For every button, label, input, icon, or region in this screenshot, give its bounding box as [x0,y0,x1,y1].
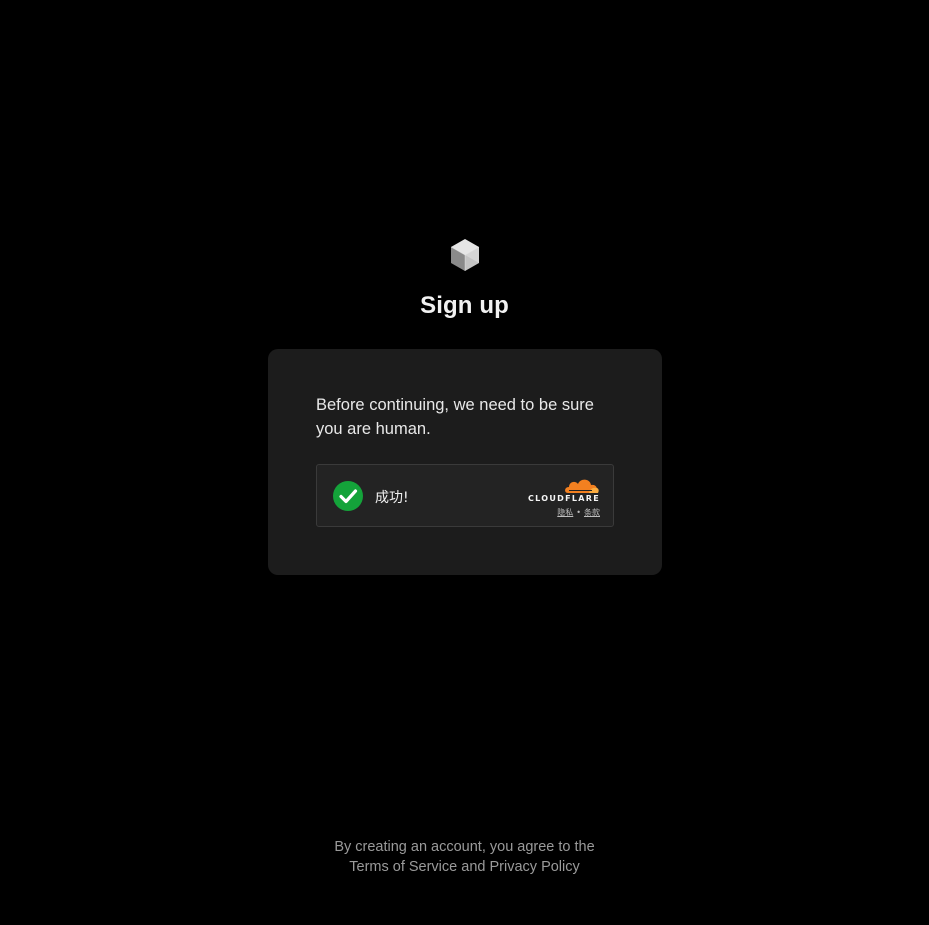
cloudflare-cloud-icon [562,476,600,496]
cloudflare-links: 隐私 • 条款 [557,507,600,518]
footer-conjunction: and [461,859,486,875]
verification-message: Before continuing, we need to be sure yo… [316,396,594,438]
captcha-status-text: 成功! [375,490,409,506]
check-circle-icon [333,481,363,511]
verification-card: Before continuing, we need to be sure yo… [268,349,662,575]
cube-icon [448,237,482,273]
footer-line-1: By creating an account, you agree to the [334,839,595,855]
captcha-privacy-link[interactable]: 隐私 [557,508,573,517]
cloudflare-wordmark: CLOUDFLARE [528,494,600,503]
signup-page: Sign up Before continuing, we need to be… [0,0,929,925]
page-title: Sign up [420,292,509,319]
captcha-widget[interactable]: 成功! CLOUDFLARE 隐私 • 条款 [316,464,614,527]
footer-line-2: Terms of Service and Privacy Policy [0,857,929,877]
privacy-policy-link[interactable]: Privacy Policy [490,859,580,875]
links-separator: • [576,508,581,517]
legal-footer: By creating an account, you agree to the… [0,837,929,877]
terms-of-service-link[interactable]: Terms of Service [349,859,457,875]
captcha-terms-link[interactable]: 条款 [584,508,600,517]
